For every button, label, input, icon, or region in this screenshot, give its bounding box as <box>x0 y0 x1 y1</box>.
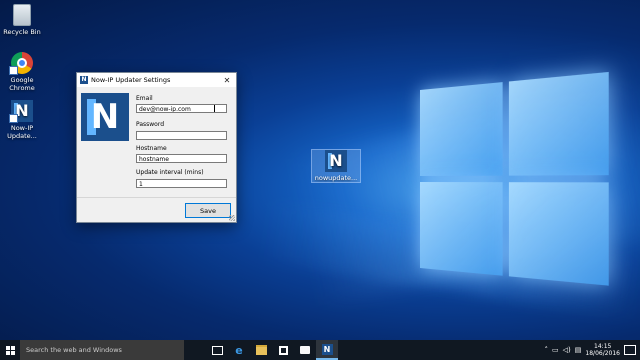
interval-label: Update interval (mins) <box>136 169 204 176</box>
store-icon <box>278 345 288 355</box>
chevron-up-icon[interactable]: ˄ <box>545 346 549 354</box>
network-icon[interactable]: ▭ <box>552 346 559 354</box>
password-label: Password <box>136 121 165 128</box>
shortcut-arrow-icon <box>9 114 18 123</box>
now-ip-icon: N <box>9 100 33 123</box>
task-view-icon <box>211 345 223 355</box>
desktop-icon-label: Recycle Bin <box>3 28 41 36</box>
hostname-field[interactable]: hostname <box>136 154 227 163</box>
now-ip-logo: N <box>81 93 129 141</box>
recycle-bin-icon <box>13 4 31 26</box>
edge-button[interactable]: e <box>228 340 250 360</box>
clock[interactable]: 14:15 18/06/2016 <box>585 343 620 357</box>
volume-icon[interactable]: ◁) <box>563 346 571 354</box>
clock-time: 14:15 <box>594 343 612 350</box>
save-button[interactable]: Save <box>185 203 231 218</box>
now-ip-taskbar-button[interactable]: N <box>316 340 338 360</box>
start-button[interactable] <box>0 340 20 360</box>
desktop-icon-label: nowupdate... <box>314 174 358 182</box>
folder-icon <box>255 345 267 355</box>
task-view-button[interactable] <box>206 340 228 360</box>
media-button[interactable] <box>294 340 316 360</box>
keyboard-icon[interactable]: ▤ <box>575 346 582 354</box>
chrome-icon <box>9 52 33 75</box>
dialog-title: Now-IP Updater Settings <box>91 76 171 84</box>
now-ip-icon: N <box>325 150 347 172</box>
notification-icon[interactable] <box>624 345 636 355</box>
settings-dialog: Now-IP Updater Settings ✕ N Email dev@no… <box>76 72 237 223</box>
password-field[interactable] <box>136 131 227 140</box>
now-ip-icon: N <box>321 343 333 355</box>
store-button[interactable] <box>272 340 294 360</box>
system-tray: ˄ ▭ ◁) ▤ 14:15 18/06/2016 <box>545 343 640 357</box>
desktop-icon-label: Now-IP Update... <box>7 124 37 140</box>
dialog-titlebar[interactable]: Now-IP Updater Settings ✕ <box>77 73 236 87</box>
hostname-label: Hostname <box>136 145 167 152</box>
media-icon <box>300 346 310 354</box>
resize-grip[interactable] <box>229 215 235 221</box>
clock-date: 18/06/2016 <box>585 350 620 357</box>
windows-wallpaper-logo <box>420 71 611 289</box>
email-label: Email <box>136 95 153 102</box>
desktop-icon-chrome[interactable]: Google Chrome <box>0 52 44 92</box>
app-icon <box>80 76 88 84</box>
ibeam-cursor <box>214 105 215 112</box>
taskbar: Search the web and Windows e N ˄ ▭ ◁) ▤ … <box>0 340 640 360</box>
file-explorer-button[interactable] <box>250 340 272 360</box>
interval-field[interactable]: 1 <box>136 179 227 188</box>
desktop-icon-now-ip-updater[interactable]: N Now-IP Update... <box>0 100 44 140</box>
desktop-icon-recycle-bin[interactable]: Recycle Bin <box>0 4 44 36</box>
desktop-icon-label: Google Chrome <box>9 76 35 92</box>
divider <box>77 197 236 198</box>
shortcut-arrow-icon <box>9 66 18 75</box>
edge-icon: e <box>235 343 243 357</box>
close-button[interactable]: ✕ <box>221 76 233 85</box>
windows-start-icon <box>5 345 15 355</box>
search-box[interactable]: Search the web and Windows <box>20 340 184 360</box>
desktop-icon-nowupdate[interactable]: N nowupdate... <box>311 149 361 183</box>
